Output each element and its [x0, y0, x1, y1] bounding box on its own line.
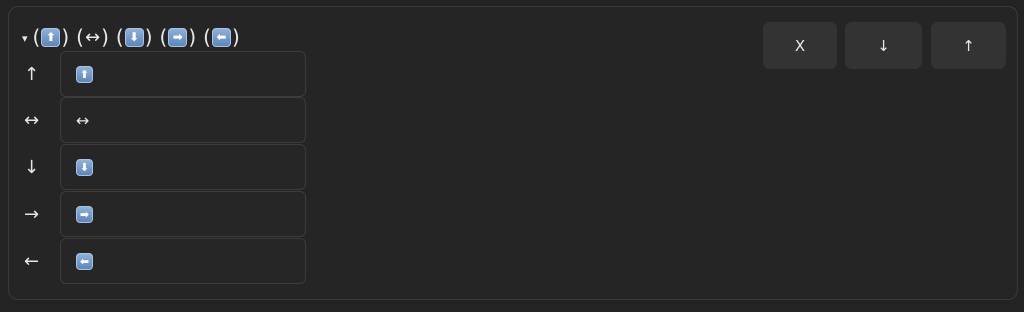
left-arrow-key-icon: ⬅ — [76, 252, 93, 270]
header-symbol-left-right: ( ↔ ) — [76, 25, 109, 49]
left-right-arrow-icon: ↔ — [84, 26, 101, 48]
collapse-toggle-icon[interactable]: ▾ — [22, 32, 28, 45]
symbol-row-down: ↓ ⬇ — [20, 144, 306, 190]
group-header: ▾ ( ⬆ ) ( ↔ ) ( ⬇ ) ( ➡ ) ( ⬅ ) — [22, 24, 247, 50]
row-label-up: ↑ — [24, 63, 40, 85]
symbol-field-right[interactable]: ➡ — [60, 191, 306, 237]
row-label-left-right: ↔ — [24, 109, 40, 131]
row-label-down: ↓ — [24, 156, 40, 178]
symbol-row-left-right: ↔ ↔ — [20, 97, 306, 143]
symbol-field-down[interactable]: ⬇ — [60, 144, 306, 190]
row-label-left: ← — [24, 250, 40, 272]
close-button[interactable]: X — [763, 22, 837, 69]
header-symbol-right: ( ➡ ) — [159, 25, 197, 49]
header-symbol-down: ( ⬇ ) — [115, 25, 153, 49]
symbol-field-left[interactable]: ⬅ — [60, 238, 306, 284]
symbol-row-left: ← ⬅ — [20, 238, 306, 284]
right-arrow-key-icon: ➡ — [168, 27, 188, 47]
up-arrow-key-icon: ⬆ — [41, 27, 61, 47]
row-label-right: → — [24, 203, 40, 225]
header-symbol-up: ( ⬆ ) — [32, 25, 70, 49]
right-arrow-key-icon: ➡ — [76, 205, 93, 223]
symbol-field-up[interactable]: ⬆ — [60, 51, 306, 97]
symbol-row-up: ↑ ⬆ — [20, 51, 306, 97]
move-up-button[interactable]: ↑ — [931, 22, 1006, 69]
symbol-row-right: → ➡ — [20, 191, 306, 237]
down-arrow-key-icon: ⬇ — [76, 158, 93, 176]
symbol-field-left-right[interactable]: ↔ — [60, 97, 306, 143]
left-arrow-key-icon: ⬅ — [211, 27, 231, 47]
move-down-button[interactable]: ↓ — [845, 22, 922, 69]
left-right-arrow-icon: ↔ — [76, 110, 90, 130]
header-symbol-left: ( ⬅ ) — [203, 25, 240, 49]
down-arrow-key-icon: ⬇ — [124, 27, 144, 47]
up-arrow-key-icon: ⬆ — [76, 65, 93, 83]
